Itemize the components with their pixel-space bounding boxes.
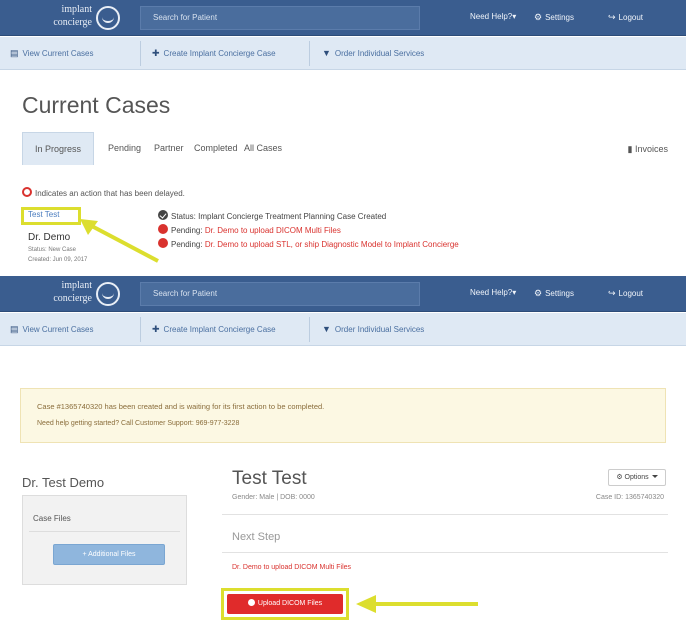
case-files-title: Case Files [33,514,71,523]
upload-dicom-button[interactable]: Upload DICOM Files [227,594,343,614]
navbar-top: implant concierge Search for Patient Nee… [0,0,686,36]
subnav-divider [140,41,141,66]
help-menu[interactable]: Need Help?▾ [470,12,516,21]
order-services-link[interactable]: ▼ Order Individual Services [322,324,424,334]
subnav-divider [309,317,310,342]
logo-mark-icon [96,6,120,30]
chevron-down-icon [651,475,658,478]
case-files-panel: Case Files + Additional Files [22,495,187,585]
plus-icon: ✚ [152,324,160,334]
options-button[interactable]: ⚙ Options [608,469,666,486]
case-link[interactable]: Test Test [28,210,59,219]
subnav-bottom: ▤ View Current Cases ✚ Create Implant Conc… [0,313,686,346]
gear-icon: ⚙ [534,288,543,298]
cart-icon: ▼ [322,48,331,58]
pending-row: Pending: Dr. Demo to upload STL, or ship… [158,238,459,249]
case-status: Status: New Case [28,247,77,253]
logout-icon: ↪ [608,288,616,298]
document-icon: ▮ [627,144,633,154]
gear-icon: ⚙ [616,474,623,481]
logout-link[interactable]: ↪ Logout [608,12,643,23]
list-icon: ▤ [10,324,19,334]
create-case-link[interactable]: ✚ Create Implant Concierge Case [152,48,276,59]
subnav-divider [309,41,310,66]
arrow-annotation-icon [356,595,478,613]
logout-icon: ↪ [608,12,616,22]
tab-in-progress[interactable]: In Progress [22,132,95,165]
logout-link[interactable]: ↪ Logout [608,288,643,299]
logo[interactable]: implant concierge [22,3,126,32]
subnav-divider [140,317,141,342]
order-services-link[interactable]: ▼ Order Individual Services [322,48,424,58]
delay-icon [22,187,32,197]
settings-link[interactable]: ⚙ Settings [534,288,574,299]
case-title: Test Test [232,468,307,489]
divider [222,514,668,515]
upload-icon [247,599,255,606]
navbar-bottom: implant concierge Search for Patient Nee… [0,276,686,312]
view-current-cases-link[interactable]: ▤ View Current Cases [10,48,94,59]
gear-icon: ⚙ [534,12,543,22]
plus-icon: ✚ [152,48,160,58]
divider [29,531,180,532]
view-current-cases-link[interactable]: ▤ View Current Cases [10,324,94,335]
case-id: Case ID: 1365740320 [595,494,664,501]
invoices-link[interactable]: ▮ Invoices [628,144,669,155]
status-row: Status: Implant Concierge Treatment Plan… [158,210,386,221]
divider [222,552,668,553]
pending-action-text: Dr. Demo to upload DICOM Multi Files [232,564,352,571]
arrow-annotation-icon [80,219,159,263]
pending-row: Pending: Dr. Demo to upload DICOM Multi … [158,224,341,235]
search-input[interactable]: Search for Patient [140,6,420,30]
delay-note: Indicates an action that has been delaye… [22,187,185,198]
list-icon: ▤ [10,48,19,58]
help-menu[interactable]: Need Help?▾ [470,288,516,297]
doctor-name: Dr. Test Demo [22,475,105,490]
tab-all-cases[interactable]: All Cases [232,132,294,165]
logo[interactable]: implant concierge [22,279,126,308]
settings-link[interactable]: ⚙ Settings [534,12,574,23]
page-title: Current Cases [22,92,171,118]
create-case-link[interactable]: ✚ Create Implant Concierge Case [152,324,276,335]
subnav-top: ▤ View Current Cases ✚ Create Implant Conc… [0,37,686,70]
case-patient-name: Dr. Demo [28,232,71,243]
case-created-alert: Case #1365740320 has been created and is… [20,388,666,443]
logo-mark-icon [96,282,120,306]
additional-files-button[interactable]: + Additional Files [53,544,165,565]
cart-icon: ▼ [322,324,331,334]
next-step-heading: Next Step [232,531,281,543]
case-meta: Gender: Male | DOB: 0000 [232,494,315,501]
search-input[interactable]: Search for Patient [140,282,420,306]
